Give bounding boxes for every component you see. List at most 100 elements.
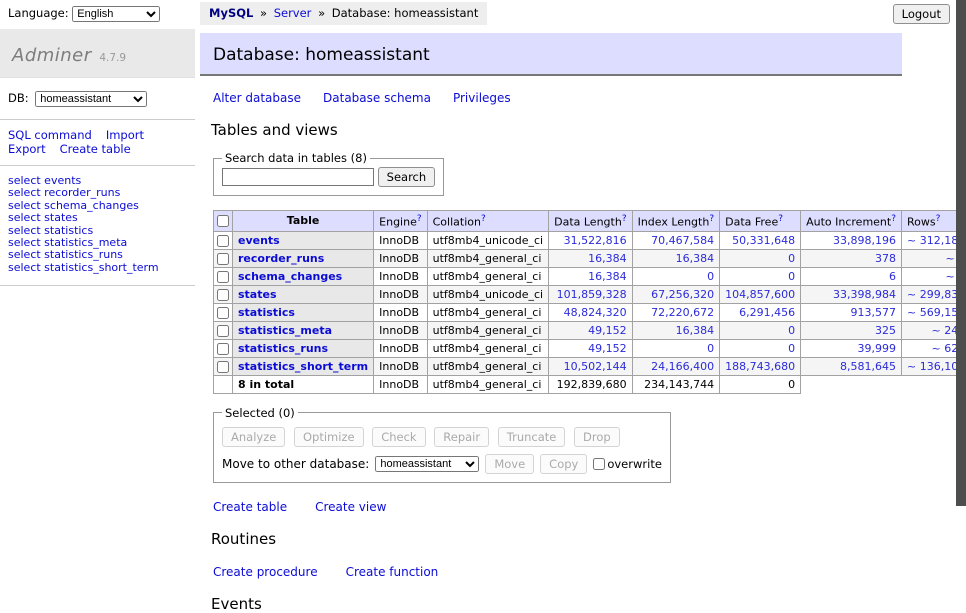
- auto-increment-link[interactable]: 33,398,984: [833, 288, 896, 301]
- table-link-recorder-runs[interactable]: recorder_runs: [238, 252, 324, 265]
- help-link-collation[interactable]: ?: [481, 214, 486, 224]
- breadcrumb-mysql-link[interactable]: MySQL: [209, 6, 253, 20]
- engine-cell: InnoDB: [374, 339, 427, 357]
- move-button[interactable]: Move: [485, 454, 534, 474]
- collation-cell: utf8mb4_general_ci: [427, 321, 548, 339]
- search-input[interactable]: [222, 168, 374, 186]
- table-row-statistics-runs: statistics_runs InnoDB utf8mb4_general_c…: [214, 339, 966, 357]
- index-length-link[interactable]: 16,384: [676, 324, 715, 337]
- data-free-link[interactable]: 0: [788, 342, 795, 355]
- check-button[interactable]: Check: [372, 427, 425, 447]
- data-length-link[interactable]: 101,859,328: [557, 288, 627, 301]
- data-length-link[interactable]: 31,522,816: [564, 234, 627, 247]
- data-free-link[interactable]: 6,291,456: [739, 306, 795, 319]
- column-header-data-length: Data Length?: [549, 211, 632, 232]
- table-link-statistics-meta[interactable]: statistics_meta: [238, 324, 332, 337]
- sql-command-link[interactable]: SQL command: [8, 128, 92, 142]
- engine-cell: InnoDB: [374, 249, 427, 267]
- alter-database-link[interactable]: Alter database: [213, 91, 301, 105]
- db-select[interactable]: homeassistant: [35, 91, 147, 107]
- create-view-link[interactable]: Create view: [315, 500, 386, 514]
- data-free-link[interactable]: 104,857,600: [725, 288, 795, 301]
- row-checkbox-states[interactable]: [217, 289, 229, 301]
- engine-cell: InnoDB: [374, 303, 427, 321]
- breadcrumb-server-link[interactable]: Server: [274, 6, 312, 20]
- auto-increment-link[interactable]: 39,999: [858, 342, 897, 355]
- auto-increment-link[interactable]: 378: [875, 252, 896, 265]
- data-free-link[interactable]: 0: [788, 270, 795, 283]
- data-free-link[interactable]: 0: [788, 252, 795, 265]
- table-link-events[interactable]: events: [238, 234, 280, 247]
- overwrite-checkbox[interactable]: [593, 458, 605, 470]
- analyze-button[interactable]: Analyze: [222, 427, 285, 447]
- database-schema-link[interactable]: Database schema: [323, 91, 431, 105]
- create-table-link[interactable]: Create table: [213, 500, 287, 514]
- vertical-scrollbar[interactable]: [956, 0, 966, 506]
- row-checkbox-statistics-runs[interactable]: [217, 343, 229, 355]
- help-link-index-length[interactable]: ?: [709, 214, 714, 224]
- select-all-checkbox[interactable]: [217, 215, 229, 227]
- move-db-select[interactable]: homeassistant: [375, 456, 479, 472]
- help-link-rows[interactable]: ?: [936, 214, 941, 224]
- create-procedure-link[interactable]: Create procedure: [213, 565, 318, 579]
- row-checkbox-statistics-meta[interactable]: [217, 325, 229, 337]
- table-link-statistics-short-term[interactable]: statistics_short_term: [238, 360, 368, 373]
- table-link-statistics[interactable]: statistics: [238, 306, 295, 319]
- data-length-link[interactable]: 49,152: [588, 342, 627, 355]
- privileges-link[interactable]: Privileges: [453, 91, 511, 105]
- auto-increment-link[interactable]: 33,898,196: [833, 234, 896, 247]
- auto-increment-link[interactable]: 325: [875, 324, 896, 337]
- truncate-button[interactable]: Truncate: [498, 427, 566, 447]
- routines-links: Create procedure Create function: [213, 565, 902, 579]
- help-link-data-free[interactable]: ?: [778, 214, 783, 224]
- data-free-link[interactable]: 188,743,680: [725, 360, 795, 373]
- data-length-link[interactable]: 48,824,320: [564, 306, 627, 319]
- data-length-link[interactable]: 49,152: [588, 324, 627, 337]
- index-length-link[interactable]: 0: [707, 342, 714, 355]
- repair-button[interactable]: Repair: [434, 427, 489, 447]
- data-length-link[interactable]: 16,384: [588, 270, 627, 283]
- auto-increment-link[interactable]: 6: [889, 270, 896, 283]
- data-free-link[interactable]: 50,331,648: [732, 234, 795, 247]
- index-length-link[interactable]: 72,220,672: [651, 306, 714, 319]
- drop-button[interactable]: Drop: [574, 427, 620, 447]
- table-link-schema-changes[interactable]: schema_changes: [238, 270, 342, 283]
- data-length-link[interactable]: 16,384: [588, 252, 627, 265]
- index-length-link[interactable]: 16,384: [676, 252, 715, 265]
- collation-cell: utf8mb4_general_ci: [427, 339, 548, 357]
- help-link-engine[interactable]: ?: [417, 214, 422, 224]
- search-button[interactable]: Search: [378, 167, 436, 187]
- sidebar-item-select-states[interactable]: select states: [8, 212, 187, 224]
- row-checkbox-statistics-short-term[interactable]: [217, 361, 229, 373]
- create-function-link[interactable]: Create function: [346, 565, 439, 579]
- table-link-states[interactable]: states: [238, 288, 277, 301]
- sidebar-item-select-statistics-runs[interactable]: select statistics_runs: [8, 249, 187, 261]
- table-row-schema-changes: schema_changes InnoDB utf8mb4_general_ci…: [214, 267, 966, 285]
- auto-increment-link[interactable]: 8,581,645: [840, 360, 896, 373]
- row-checkbox-schema-changes[interactable]: [217, 271, 229, 283]
- row-checkbox-events[interactable]: [217, 235, 229, 247]
- row-checkbox-recorder-runs[interactable]: [217, 253, 229, 265]
- sidebar-item-select-statistics-short-term[interactable]: select statistics_short_term: [8, 262, 187, 274]
- data-free-link[interactable]: 0: [788, 324, 795, 337]
- index-length-link[interactable]: 0: [707, 270, 714, 283]
- index-length-link[interactable]: 24,166,400: [651, 360, 714, 373]
- index-length-link[interactable]: 67,256,320: [651, 288, 714, 301]
- language-select[interactable]: English: [72, 6, 160, 22]
- help-link-auto-increment[interactable]: ?: [891, 214, 896, 224]
- help-link-data-length[interactable]: ?: [622, 214, 627, 224]
- export-link[interactable]: Export: [8, 142, 46, 156]
- optimize-button[interactable]: Optimize: [294, 427, 364, 447]
- column-header-engine: Engine?: [374, 211, 427, 232]
- copy-button[interactable]: Copy: [540, 454, 587, 474]
- table-link-statistics-runs[interactable]: statistics_runs: [238, 342, 328, 355]
- data-length-link[interactable]: 10,502,144: [564, 360, 627, 373]
- index-length-link[interactable]: 70,467,584: [651, 234, 714, 247]
- auto-increment-link[interactable]: 913,577: [851, 306, 897, 319]
- create-table-link-sidebar[interactable]: Create table: [60, 142, 131, 156]
- import-link[interactable]: Import: [106, 128, 144, 142]
- logout-button[interactable]: Logout: [893, 4, 950, 24]
- row-checkbox-statistics[interactable]: [217, 307, 229, 319]
- sidebar-item-select-recorder-runs[interactable]: select recorder_runs: [8, 187, 187, 199]
- table-row-recorder-runs: recorder_runs InnoDB utf8mb4_general_ci …: [214, 249, 966, 267]
